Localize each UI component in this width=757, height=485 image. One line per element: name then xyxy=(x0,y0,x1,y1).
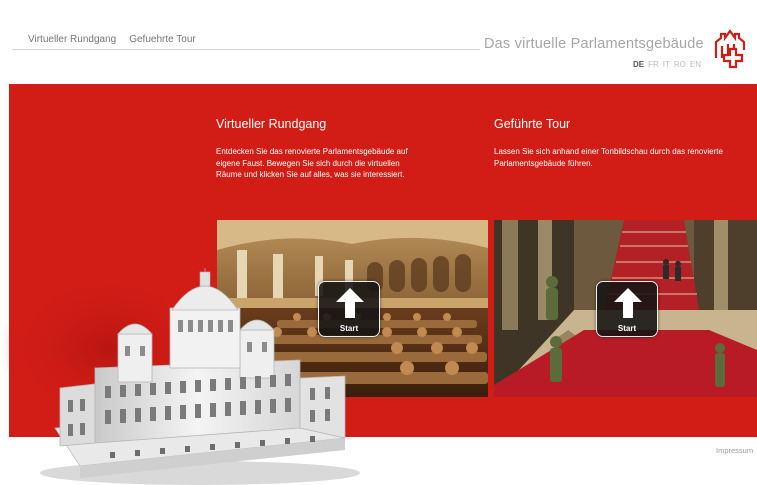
arrow-up-icon xyxy=(614,288,642,318)
panel-description-virtual-tour: Entdecken Sie das renovierte Parlamentsg… xyxy=(216,147,408,179)
language-fr[interactable]: FR xyxy=(648,60,659,69)
nav-link-guided-tour[interactable]: Gefuehrte Tour xyxy=(129,34,196,45)
panel-description-guided-tour: Lassen Sie sich anhand einer Tonbildscha… xyxy=(494,147,723,168)
header-divider xyxy=(12,49,480,50)
parliament-logo-icon[interactable] xyxy=(712,28,748,72)
language-it[interactable]: IT xyxy=(663,60,670,69)
start-guided-tour-button[interactable]: Start xyxy=(596,281,658,337)
federal-palace-model-illustration xyxy=(0,268,360,485)
language-switcher: DE FR IT RO EN xyxy=(633,60,701,69)
language-de[interactable]: DE xyxy=(633,60,644,69)
site-title: Das virtuelle Parlamentsgebäude xyxy=(484,36,704,52)
panel-title-virtual-tour: Virtueller Rundgang xyxy=(216,117,327,131)
imprint-link[interactable]: Impressum xyxy=(716,446,753,455)
start-button-label: Start xyxy=(617,324,637,333)
language-en[interactable]: EN xyxy=(690,60,701,69)
panel-title-guided-tour: Geführte Tour xyxy=(494,117,571,131)
top-navigation: Virtueller Rundgang Gefuehrte Tour xyxy=(28,34,196,45)
nav-link-virtual-tour[interactable]: Virtueller Rundgang xyxy=(28,34,116,45)
language-ro[interactable]: RO xyxy=(674,60,686,69)
